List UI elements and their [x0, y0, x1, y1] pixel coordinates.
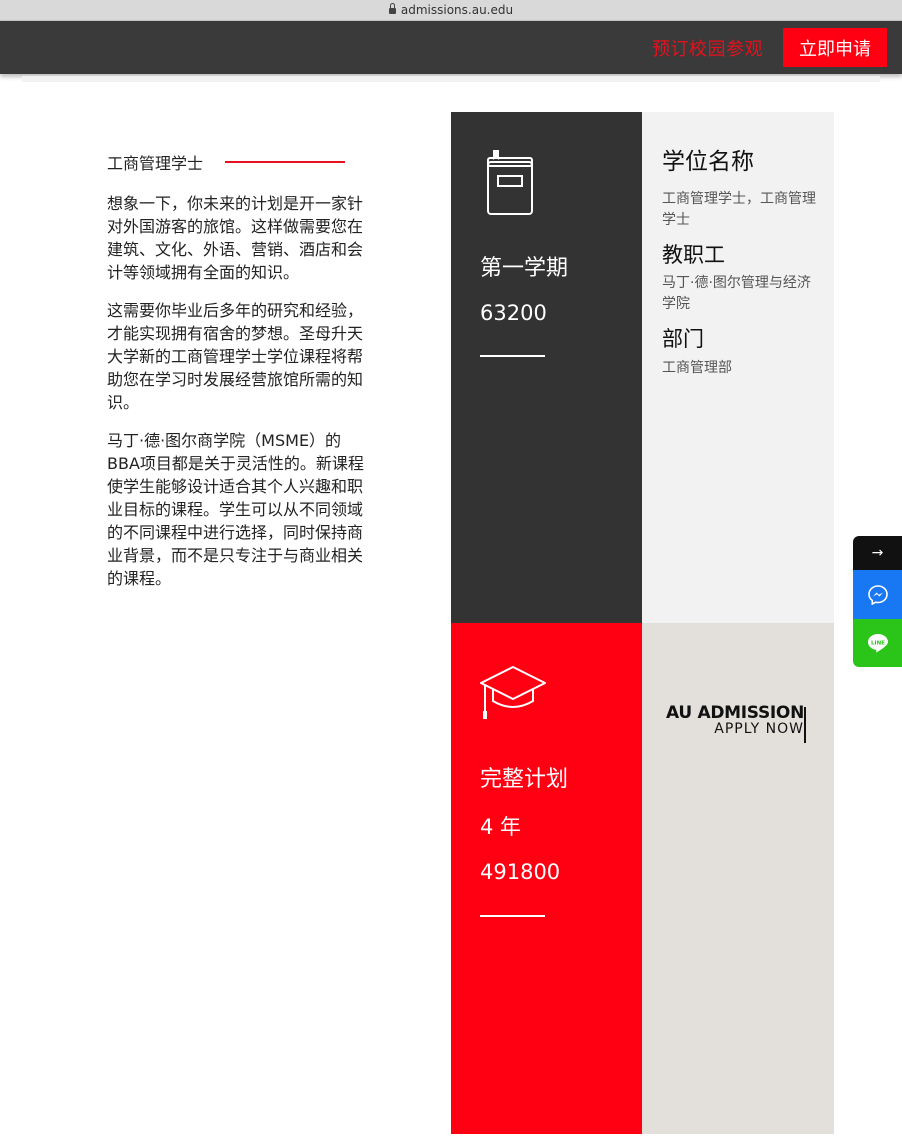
admission-logo-card[interactable]: AU ADMISSION APPLY NOW [642, 623, 834, 1134]
program-article: 工商管理学士 想象一下，你未来的计划是开一家针对外国游客的旅馆。这样做需要您在建… [107, 150, 365, 605]
graduation-cap-icon [480, 666, 546, 719]
messenger-icon [867, 584, 888, 605]
au-admission-logo[interactable]: AU ADMISSION APPLY NOW [658, 703, 820, 743]
svg-text:LINE: LINE [871, 641, 885, 647]
full-program-fee: 491800 [480, 860, 561, 884]
logo-main-text: AU ADMISSION [666, 703, 804, 723]
line-button[interactable]: LINE [853, 619, 902, 667]
degree-name-label: 学位名称 [662, 149, 754, 175]
line-icon: LINE [867, 634, 888, 653]
department-value: 工商管理部 [662, 360, 732, 376]
logo-divider [804, 707, 806, 743]
apply-now-button[interactable]: 立即申请 [783, 28, 887, 67]
article-paragraph: 想象一下，你未来的计划是开一家针对外国游客的旅馆。这样做需要您在建筑、文化、外语… [107, 194, 364, 282]
semester-fee: 63200 [480, 301, 547, 325]
header-divider [22, 76, 880, 82]
degree-info-card: 学位名称 工商管理学士，工商管理学士 教职工 马丁·德·图尔管理与经济学院 部门… [642, 112, 834, 623]
book-icon [487, 150, 533, 215]
full-program-underline [480, 915, 545, 917]
department-label: 部门 [662, 327, 704, 351]
article-heading: 工商管理学士 [107, 154, 204, 173]
url-text: admissions.au.edu [400, 3, 514, 17]
degree-name-value: 工商管理学士，工商管理学士 [662, 191, 816, 228]
program-duration: 4 年 [480, 815, 522, 839]
first-semester-card: 第一学期 63200 [451, 112, 642, 623]
logo-sub-text: APPLY NOW [714, 721, 804, 737]
article-paragraph: 这需要你毕业后多年的研究和经验，才能实现拥有宿舍的梦想。圣母升天大学新的工商管理… [107, 301, 364, 412]
full-program-card: 完整计划 4 年 491800 [451, 623, 642, 1134]
semester-underline [480, 355, 545, 357]
faculty-value: 马丁·德·图尔管理与经济学院 [662, 275, 811, 312]
side-toggle-button[interactable]: → [853, 536, 902, 570]
site-header: 预订校园参观 立即申请 [0, 21, 902, 74]
heading-underline [225, 161, 346, 163]
semester-label: 第一学期 [480, 256, 569, 281]
full-program-label: 完整计划 [480, 767, 569, 792]
book-campus-tour-link[interactable]: 预订校园参观 [652, 35, 763, 61]
lock-icon [388, 3, 396, 14]
article-paragraph: 马丁·德·图尔商学院（MSME）的BBA项目都是关于灵活性的。新课程使学生能够设… [107, 431, 364, 588]
browser-url-bar[interactable]: admissions.au.edu [0, 0, 902, 21]
messenger-button[interactable] [853, 570, 902, 619]
faculty-label: 教职工 [662, 243, 725, 267]
